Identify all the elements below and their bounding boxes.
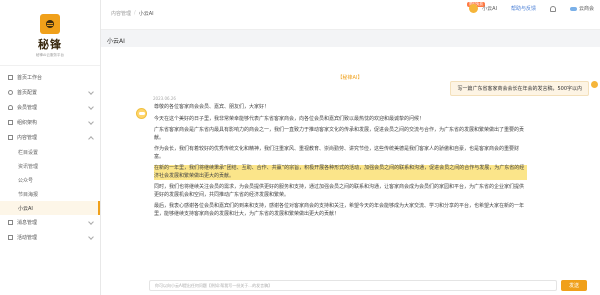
sidebar-item-news[interactable]: 资讯管理: [0, 159, 100, 173]
calendar-icon: [8, 235, 13, 240]
help-feedback-link[interactable]: 帮助与反馈: [511, 5, 536, 12]
reply-paragraph: 广东省客家商会是广东省内最具有影响力的商会之一，我们一直致力于推动客家文化的传承…: [154, 127, 525, 141]
chat-input[interactable]: 你可以向小云AI提出任何问题【例如:帮我写一份关于...的发言稿】: [149, 280, 557, 291]
sidebar-item-members[interactable]: 会员管理: [0, 100, 100, 115]
user-icon: [8, 105, 13, 110]
bee-logo-icon: [40, 13, 60, 34]
chevron-up-icon: [88, 136, 94, 142]
sidebar-item-official-account[interactable]: 公众号: [0, 173, 100, 187]
sidebar-item-events[interactable]: 活动管理: [0, 230, 100, 245]
brand-title: 秘锋: [38, 37, 62, 51]
message-timestamp: 2023.06.26: [153, 96, 176, 101]
settings-icon: [8, 90, 13, 95]
reply-paragraph-highlighted: 在新的一年里，我们将继续秉承“团结、互助、合作、共赢”的宗旨，积极开展各种形式的…: [154, 165, 527, 180]
message-icon: [8, 220, 13, 225]
brand-logo[interactable]: 秘锋 秘锋AI云服务平台: [0, 0, 100, 66]
page-title: 小云AI: [107, 38, 125, 45]
send-button[interactable]: 发送: [561, 280, 587, 291]
bot-avatar-icon: [136, 108, 147, 119]
reply-paragraph: 最后，我衷心感谢各位会员和嘉宾们的到来和支持，感谢各位对客家商会的支持和关注，希…: [154, 203, 525, 217]
sidebar: 秘锋 秘锋AI云服务平台 首页工作台 首页配置 会员管理 组织架构 内容管理 栏…: [0, 0, 101, 295]
chevron-down-icon: [88, 119, 94, 125]
bell-icon[interactable]: [549, 5, 556, 12]
sidebar-item-home-config[interactable]: 首页配置: [0, 85, 100, 100]
reply-paragraph: 尊敬的各位客家商会会员、嘉宾、朋友们，大家好！: [154, 104, 270, 110]
reply-paragraph: 同时，我们也将继续关注会员的需求，为会员提供更好的服务和支持，通过加强会员之间的…: [154, 184, 525, 198]
chevron-down-icon: [88, 104, 94, 110]
cloud-icon: [569, 6, 577, 11]
breadcrumb: 内容管理 / 小云AI: [111, 10, 154, 17]
sidebar-nav: 首页工作台 首页配置 会员管理 组织架构 内容管理 栏目设置 资讯管理 公众号 …: [0, 66, 100, 245]
topbar: 内容管理 / 小云AI 限时免费 小云AI 帮助与反馈 云商会: [101, 0, 600, 30]
topbar-actions: 小云AI 帮助与反馈 云商会: [469, 4, 594, 13]
ai-reply: 尊敬的各位客家商会会员、嘉宾、朋友们，大家好！ 今天在这个美好的日子里，我非常荣…: [154, 104, 527, 222]
chat-tag: 【秘锋AI】: [337, 75, 363, 81]
sidebar-item-org[interactable]: 组织架构: [0, 115, 100, 130]
chevron-down-icon: [88, 219, 94, 225]
breadcrumb-item-current: 小云AI: [138, 11, 154, 17]
document-icon: [8, 135, 13, 140]
chevron-down-icon: [88, 234, 94, 240]
sidebar-item-content[interactable]: 内容管理: [0, 130, 100, 145]
xiaoyun-ai-button[interactable]: 小云AI: [469, 4, 497, 13]
breadcrumb-separator: /: [134, 10, 136, 16]
breadcrumb-item-content[interactable]: 内容管理: [111, 10, 131, 17]
chevron-down-icon: [88, 89, 94, 95]
brand-subtitle: 秘锋AI云服务平台: [36, 52, 64, 57]
org-icon: [8, 120, 13, 125]
user-avatar: [591, 81, 598, 88]
user-message: 写一篇广东省客家商会会长在年会的发言稿，500字以内: [450, 81, 589, 96]
reply-paragraph: 今天在这个美好的日子里，我非常荣幸能够代表广东省客家商会，向各位会员和嘉宾们致以…: [154, 115, 425, 122]
home-icon: [8, 75, 13, 80]
sidebar-item-columns[interactable]: 栏目设置: [0, 145, 100, 159]
sidebar-item-messages[interactable]: 消息管理: [0, 215, 100, 230]
sidebar-item-posters[interactable]: 节目海报: [0, 187, 100, 201]
bee-avatar-icon: [469, 4, 479, 13]
chat-panel: 【秘锋AI】 写一篇广东省客家商会会长在年会的发言稿，500字以内 2023.0…: [101, 47, 600, 295]
sidebar-item-xiaoyun-ai[interactable]: 小云AI: [0, 201, 100, 215]
sidebar-item-dashboard[interactable]: 首页工作台: [0, 70, 100, 85]
user-menu[interactable]: 云商会: [569, 5, 594, 12]
reply-paragraph: 作为会长，我们有着较好的优秀传统文化和精神，我们注重家风、重视教育、崇尚勤劳、讲…: [154, 146, 520, 160]
